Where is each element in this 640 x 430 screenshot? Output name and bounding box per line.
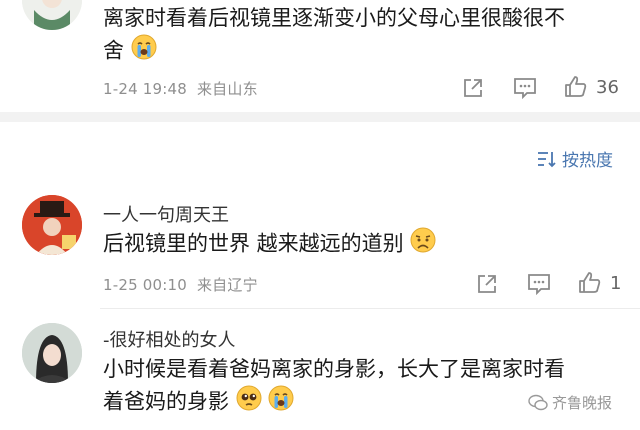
comment-meta: 1-24 19:48 来自山东 [103, 78, 258, 99]
like-count: 36 [596, 76, 619, 98]
share-button[interactable] [476, 273, 498, 295]
comment-author[interactable]: 一人一句周天王 [103, 201, 229, 227]
comment-icon [528, 274, 550, 295]
crying-face-icon [131, 34, 157, 69]
sort-by-hot-button[interactable]: 按热度 [536, 146, 613, 171]
like-button[interactable]: 1 [578, 271, 621, 295]
comment-button[interactable] [513, 77, 537, 99]
watermark: 齐鲁晚报 [528, 392, 612, 413]
comment-text: 离家时看着后视镜里逐渐变小的父母心里很酸很不 舍 [103, 2, 623, 69]
comment-icon [514, 78, 536, 99]
avatar-image [22, 0, 82, 30]
sort-label: 按热度 [562, 151, 613, 171]
comment-time: 1-25 00:10 [103, 276, 188, 294]
comment-location: 来自山东 [196, 80, 258, 98]
share-button[interactable] [462, 77, 484, 99]
share-icon [464, 79, 482, 97]
comment-author[interactable]: -很好相处的女人 [103, 326, 236, 352]
comment-divider [100, 308, 640, 309]
comment-text: 后视镜里的世界 越来越远的道别 [103, 227, 436, 262]
sort-icon [538, 151, 556, 167]
thumbs-up-icon [565, 76, 587, 97]
share-icon [478, 275, 496, 293]
comment-meta: 1-25 00:10 来自辽宁 [103, 274, 258, 295]
thumbs-up-icon [579, 272, 601, 293]
comment-button[interactable] [527, 273, 551, 295]
crying-face-icon [268, 385, 294, 420]
avatar-image [22, 195, 82, 255]
avatar[interactable] [22, 323, 82, 383]
like-count: 1 [610, 272, 622, 294]
watermark-text: 齐鲁晚报 [552, 394, 613, 412]
comment-location: 来自辽宁 [196, 276, 258, 294]
comment-time: 1-24 19:48 [103, 80, 188, 98]
avatar-image [22, 323, 82, 383]
pleading-face-icon [236, 385, 262, 420]
sad-face-icon [410, 227, 436, 262]
section-divider [0, 112, 640, 122]
wechat-icon [528, 394, 548, 410]
avatar[interactable] [22, 195, 82, 255]
like-button[interactable]: 36 [564, 75, 619, 99]
avatar[interactable] [22, 0, 82, 30]
